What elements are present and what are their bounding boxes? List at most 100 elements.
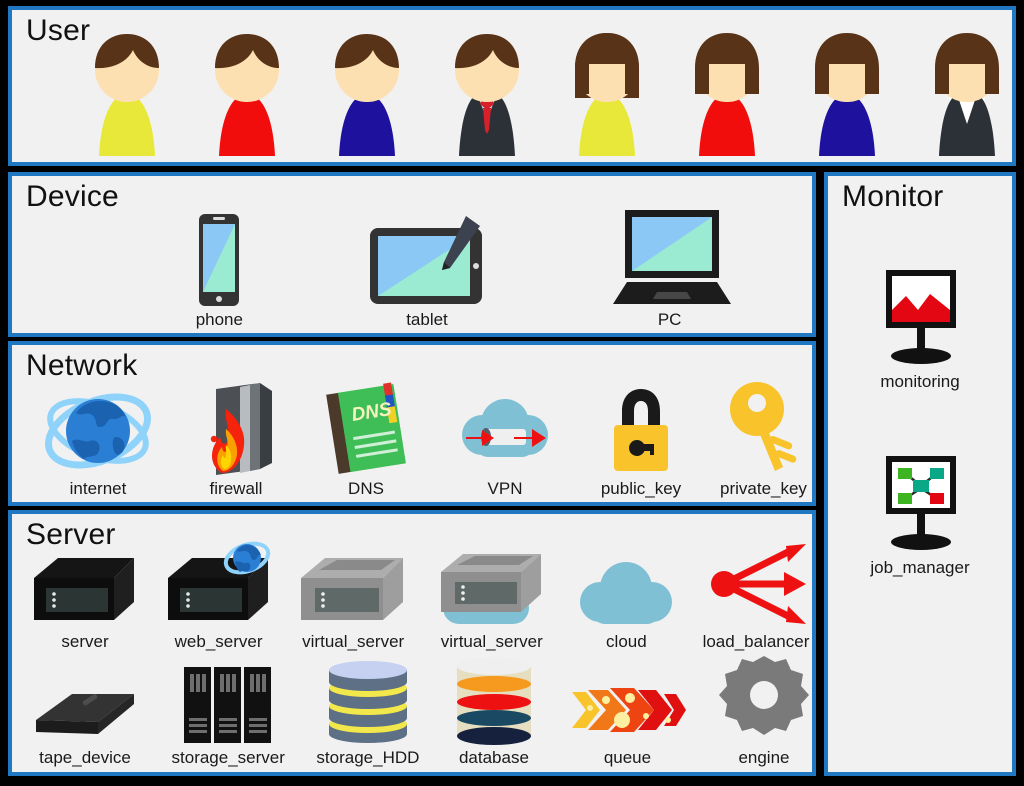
- network-label-firewall: firewall: [209, 479, 263, 498]
- firewall-icon: [188, 381, 284, 477]
- server-item-storage-server[interactable]: storage_server: [172, 664, 285, 768]
- monitor-items: monitoring job_manager: [828, 266, 1012, 577]
- queue-icon: [568, 674, 687, 746]
- panel-network: Network internet firewall DNS DNS VPN pu…: [8, 341, 816, 506]
- diagram-canvas: User Device phone tablet PC Network inte…: [0, 0, 1024, 786]
- device-row: phone tablet PC: [132, 206, 792, 330]
- device-item-tablet[interactable]: tablet: [366, 212, 488, 330]
- device-label-phone: phone: [195, 310, 243, 329]
- server-label-cloud: cloud: [606, 632, 647, 651]
- server-label-web-server: web_server: [174, 632, 263, 651]
- panel-device: Device phone tablet PC: [8, 172, 816, 337]
- server-item-cloud[interactable]: cloud: [574, 558, 678, 652]
- user-male-suit[interactable]: [432, 28, 542, 158]
- server-label-virtual-server-1: virtual_server: [302, 632, 405, 651]
- network-item-firewall[interactable]: firewall: [188, 381, 284, 499]
- server-label-server: server: [61, 632, 109, 651]
- virtual-server-cloud-icon: [433, 544, 551, 630]
- panel-user: User: [8, 6, 1016, 166]
- panel-title-network: Network: [26, 349, 138, 382]
- server-item-load-balancer[interactable]: load_balancer: [702, 538, 810, 652]
- network-item-public-key[interactable]: public_key: [596, 381, 686, 499]
- monitoring-icon: [868, 266, 972, 370]
- server-label-storage-server: storage_server: [171, 748, 285, 767]
- database-icon: [451, 654, 537, 746]
- panel-server: Server server web_server virtual_server …: [8, 510, 816, 776]
- user-female-suit[interactable]: [912, 28, 1022, 158]
- user-male-yellow-icon: [79, 28, 175, 158]
- monitor-label-job-manager: job_manager: [870, 557, 970, 577]
- storage-hdd-icon: [323, 654, 413, 746]
- server-label-load-balancer: load_balancer: [702, 632, 810, 651]
- user-male-blue[interactable]: [312, 28, 422, 158]
- tablet-icon: [366, 212, 488, 308]
- phone-icon: [191, 212, 247, 308]
- server-label-engine: engine: [738, 748, 790, 767]
- user-female-suit-icon: [919, 28, 1015, 158]
- server-item-tape-device[interactable]: tape_device: [30, 682, 140, 768]
- web-server-icon: [164, 540, 274, 630]
- private-key-icon: [721, 379, 805, 477]
- server-label-virtual-server-2: virtual_server: [440, 632, 543, 651]
- monitor-item-job-manager[interactable]: job_manager: [828, 452, 1012, 578]
- server-label-tape-device: tape_device: [39, 748, 131, 767]
- engine-icon: [718, 654, 810, 746]
- server-label-queue: queue: [603, 748, 652, 767]
- monitor-label-monitoring: monitoring: [880, 372, 960, 391]
- panel-title-monitor: Monitor: [842, 180, 944, 213]
- network-item-internet[interactable]: internet: [42, 385, 154, 499]
- user-female-yellow-icon: [559, 28, 655, 158]
- user-female-red-icon: [679, 28, 775, 158]
- server-row-2: tape_device storage_server storage_HDD d…: [30, 654, 810, 768]
- load-balancer-icon: [702, 538, 810, 630]
- pc-icon: [607, 206, 733, 308]
- server-item-virtual-server[interactable]: virtual_server: [297, 552, 409, 652]
- public-key-icon: [596, 381, 686, 477]
- user-female-blue-icon: [799, 28, 895, 158]
- user-female-blue[interactable]: [792, 28, 902, 158]
- user-male-red-icon: [199, 28, 295, 158]
- device-label-tablet: tablet: [406, 310, 448, 329]
- user-male-yellow[interactable]: [72, 28, 182, 158]
- server-label-storage-hdd: storage_HDD: [316, 748, 420, 767]
- server-label-database: database: [458, 748, 529, 767]
- user-female-red[interactable]: [672, 28, 782, 158]
- dns-icon: DNS: [318, 381, 414, 477]
- server-item-virtual-server-cloud[interactable]: virtual_server: [433, 544, 551, 652]
- network-label-vpn: VPN: [487, 479, 523, 498]
- network-item-vpn[interactable]: VPN: [448, 385, 562, 499]
- monitor-item-monitoring[interactable]: monitoring: [828, 266, 1012, 392]
- user-male-red[interactable]: [192, 28, 302, 158]
- server-item-database[interactable]: database: [451, 654, 537, 768]
- storage-server-icon: [179, 664, 277, 746]
- device-item-phone[interactable]: phone: [191, 212, 247, 330]
- network-item-dns[interactable]: DNS DNS: [318, 381, 414, 499]
- network-item-private-key[interactable]: private_key: [720, 379, 807, 499]
- vpn-icon: [448, 385, 562, 477]
- panel-monitor: Monitor monitoring job_manager: [824, 172, 1016, 776]
- server-item-engine[interactable]: engine: [718, 654, 810, 768]
- user-row: [72, 28, 1022, 158]
- cloud-icon: [574, 558, 678, 630]
- user-male-suit-icon: [439, 28, 535, 158]
- virtual-server-icon: [297, 552, 409, 630]
- network-row: internet firewall DNS DNS VPN public_key…: [42, 379, 807, 499]
- internet-icon: [42, 385, 154, 477]
- network-label-public-key: public_key: [600, 479, 682, 498]
- server-item-queue[interactable]: queue: [568, 674, 687, 768]
- panel-title-device: Device: [26, 180, 119, 213]
- server-icon: [30, 552, 140, 630]
- device-item-pc[interactable]: PC: [607, 206, 733, 330]
- server-item-web-server[interactable]: web_server: [164, 540, 274, 652]
- network-label-private-key: private_key: [720, 479, 807, 498]
- user-female-yellow[interactable]: [552, 28, 662, 158]
- server-item-storage-hdd[interactable]: storage_HDD: [316, 654, 419, 768]
- server-row-1: server web_server virtual_server virtual…: [30, 538, 810, 652]
- device-label-pc: PC: [657, 310, 682, 329]
- job-manager-icon: [868, 452, 972, 556]
- network-label-dns: DNS: [348, 479, 384, 498]
- user-male-blue-icon: [319, 28, 415, 158]
- server-item-server[interactable]: server: [30, 552, 140, 652]
- network-label-internet: internet: [69, 479, 127, 498]
- tape-device-icon: [30, 682, 140, 746]
